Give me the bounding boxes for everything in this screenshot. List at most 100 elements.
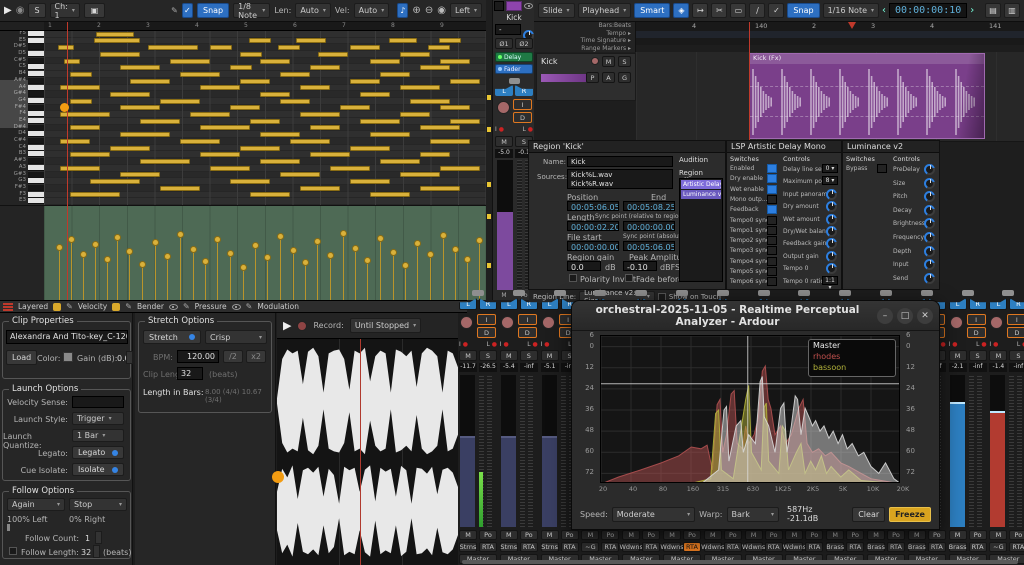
eye-icon[interactable]: [169, 304, 178, 310]
lane-tab-pressure[interactable]: Pressure: [195, 302, 227, 311]
fader-track[interactable]: [990, 375, 1005, 527]
black-key[interactable]: [28, 58, 44, 64]
switch-toggle[interactable]: [767, 236, 777, 245]
grid-select[interactable]: 1/16 Note▾: [823, 3, 879, 18]
half-tempo-button[interactable]: /2: [223, 350, 243, 363]
velocity-dot[interactable]: [227, 250, 234, 257]
midi-note[interactable]: [340, 105, 370, 110]
velocity-dot[interactable]: [126, 248, 133, 255]
pan-handle[interactable]: [962, 290, 974, 296]
midi-note[interactable]: [60, 85, 100, 90]
control-knob[interactable]: [826, 238, 837, 249]
switch-toggle[interactable]: [877, 164, 887, 173]
snap-button[interactable]: Snap: [197, 3, 229, 18]
length-value[interactable]: 00:00:02.201: [567, 221, 619, 231]
midi-note[interactable]: [94, 38, 140, 43]
pan-handle[interactable]: [798, 290, 810, 296]
draw-icon[interactable]: ✎: [171, 6, 178, 15]
post-button[interactable]: Po: [520, 530, 538, 540]
record-arm-button[interactable]: [950, 316, 963, 329]
pencil-icon[interactable]: ✎: [183, 302, 190, 311]
velocity-dot[interactable]: [202, 258, 209, 265]
switch-toggle[interactable]: [767, 216, 777, 225]
processor-fader[interactable]: Fader: [495, 64, 533, 74]
velocity-dot[interactable]: [340, 230, 347, 237]
cue-marker[interactable]: [487, 263, 491, 268]
track-header-kick[interactable]: Kick M S P A G: [536, 53, 636, 101]
clip-name-input[interactable]: Alexandra And Tito-key_C-120_bpn: [6, 330, 128, 344]
legato-toggle[interactable]: Legato: [72, 446, 124, 459]
mono-button[interactable]: M: [459, 530, 477, 540]
mute-button[interactable]: M: [459, 350, 477, 361]
control-knob[interactable]: [826, 214, 837, 225]
ruler-row-label[interactable]: Range Markers ▸: [581, 45, 631, 52]
mono-button[interactable]: M: [785, 530, 803, 540]
midi-note[interactable]: [310, 125, 340, 130]
velocity-dot[interactable]: [290, 247, 297, 254]
white-key[interactable]: [28, 64, 44, 70]
clear-button[interactable]: Clear: [852, 507, 885, 522]
solo-button[interactable]: S: [479, 350, 497, 361]
fader-track[interactable]: [501, 375, 516, 527]
control-knob[interactable]: [924, 164, 935, 175]
warp-select[interactable]: Bark▾: [727, 507, 779, 522]
midi-note[interactable]: [450, 119, 480, 124]
processor-delay[interactable]: Delay: [495, 52, 533, 62]
vel-select[interactable]: Auto▾: [354, 3, 390, 18]
velocity-dot[interactable]: [314, 238, 321, 245]
pan-right-button[interactable]: R: [479, 298, 497, 310]
strip-preset-select[interactable]: -: [495, 24, 521, 35]
midi-note[interactable]: [120, 132, 170, 137]
midi-note[interactable]: [420, 152, 450, 157]
rta-button[interactable]: RTA: [846, 542, 864, 552]
control-knob[interactable]: [924, 273, 935, 284]
white-key[interactable]: [28, 151, 44, 157]
midi-note[interactable]: [440, 166, 480, 171]
edit-point-select[interactable]: Playhead▾: [578, 3, 632, 18]
follow-length-spinner[interactable]: [93, 545, 100, 558]
follow-count-value[interactable]: 1: [85, 534, 90, 543]
velocity-dot[interactable]: [464, 256, 471, 263]
rta-button[interactable]: RTA: [765, 542, 783, 552]
velocity-dot[interactable]: [104, 256, 111, 263]
position-value[interactable]: 00:05:06.055: [567, 201, 619, 211]
grab-tool-icon[interactable]: ◈: [673, 3, 689, 18]
velocity-dot[interactable]: [302, 259, 309, 266]
control-knob[interactable]: [924, 218, 935, 229]
midi-note[interactable]: [230, 65, 252, 70]
clock-next-icon[interactable]: ›: [970, 5, 974, 16]
black-key[interactable]: [28, 78, 44, 84]
midi-note[interactable]: [430, 139, 470, 144]
record-mode-select[interactable]: Until Stopped▾: [350, 318, 421, 333]
midi-note[interactable]: [278, 45, 300, 50]
pan-left-button[interactable]: L: [949, 298, 967, 310]
mixer-scrollbar[interactable]: [462, 560, 1018, 564]
midi-note[interactable]: [318, 52, 348, 57]
stretch-mode-select[interactable]: Crisp▾: [205, 330, 267, 344]
midi-note[interactable]: [428, 45, 450, 50]
rta-button[interactable]: RTA: [642, 542, 660, 552]
control-knob[interactable]: [826, 251, 837, 262]
midi-note[interactable]: [120, 65, 160, 70]
midi-note[interactable]: [170, 59, 210, 64]
load-button[interactable]: Load: [6, 350, 37, 365]
cut-tool-icon[interactable]: ✂: [711, 3, 727, 18]
midi-note[interactable]: [450, 79, 480, 84]
gain-spinner[interactable]: [126, 351, 133, 364]
region-effect-item[interactable]: Luminance v2: [681, 190, 721, 199]
cue-isolate-toggle[interactable]: Isolate: [72, 463, 124, 476]
midi-note[interactable]: [120, 105, 160, 110]
white-key[interactable]: [28, 71, 44, 77]
edit-mode-select[interactable]: Slide▾: [538, 3, 575, 18]
pencil-icon[interactable]: ✎: [125, 302, 132, 311]
velocity-dot[interactable]: [452, 246, 459, 253]
group-button[interactable]: G: [618, 72, 631, 83]
rta-button[interactable]: RTA: [887, 542, 905, 552]
pan-right-button[interactable]: R: [1009, 298, 1024, 310]
mono-button[interactable]: M: [663, 530, 681, 540]
midi-note[interactable]: [240, 52, 262, 57]
minimize-button[interactable]: –: [877, 308, 893, 324]
solo-button[interactable]: S: [520, 350, 538, 361]
control-knob[interactable]: [826, 201, 837, 212]
white-key[interactable]: [28, 178, 44, 184]
